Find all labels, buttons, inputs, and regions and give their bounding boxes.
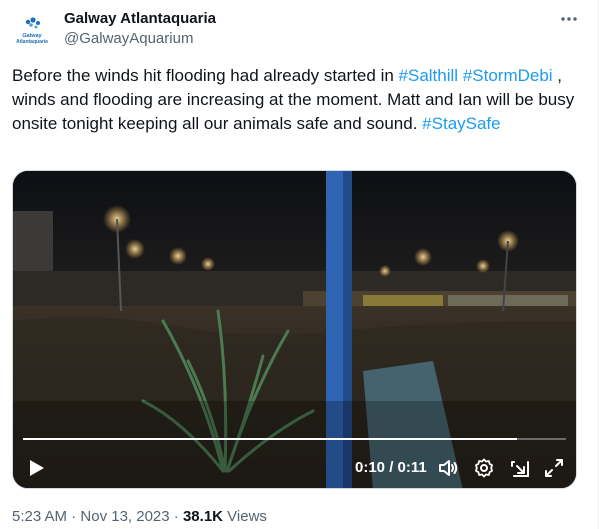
hashtag-link-salthill[interactable]: #Salthill — [399, 66, 459, 85]
display-name[interactable]: Galway Atlantaquaria — [64, 9, 216, 28]
tweet-text: Before the winds hit flooding had alread… — [12, 64, 582, 136]
tweet-meta: 5:23 AM · Nov 13, 2023 · 38.1K Views — [12, 507, 267, 526]
settings-button[interactable] — [473, 457, 495, 479]
views-count: 38.1K — [182, 508, 223, 525]
tweet-time[interactable]: 5:23 AM — [12, 508, 67, 525]
volume-button[interactable] — [437, 457, 459, 479]
avatar[interactable]: Galway Atlantaquaria — [12, 10, 52, 50]
user-handle[interactable]: @GalwayAquarium — [64, 29, 193, 48]
volume-icon — [439, 460, 458, 476]
video-player[interactable]: 0:10 / 0:11 — [12, 170, 577, 489]
video-progress-bar[interactable] — [23, 438, 566, 440]
fullscreen-button[interactable] — [543, 457, 565, 479]
video-frame — [13, 171, 576, 488]
avatar-logo-text-line2: Atlantaquaria — [16, 39, 48, 45]
aquarium-logo-icon: Galway Atlantaquaria — [16, 17, 48, 45]
meta-separator: · — [169, 508, 183, 525]
meta-separator: · — [67, 508, 81, 525]
video-time-display: 0:10 / 0:11 — [355, 459, 427, 476]
video-progress-fill — [23, 438, 518, 440]
more-dots-icon — [561, 17, 577, 21]
pop-out-button[interactable] — [509, 457, 531, 479]
hashtag-link-stormdebi[interactable]: #StormDebi — [463, 66, 553, 85]
pop-out-icon — [511, 461, 529, 477]
more-options-button[interactable] — [558, 8, 580, 30]
fullscreen-icon — [545, 459, 563, 477]
tweet-card: Galway Atlantaquaria Galway Atlantaquari… — [0, 0, 599, 529]
play-button[interactable] — [25, 457, 47, 479]
settings-gear-icon — [475, 458, 493, 478]
hashtag-link-staysafe[interactable]: #StaySafe — [422, 114, 500, 133]
views-label: Views — [223, 508, 267, 525]
tweet-date[interactable]: Nov 13, 2023 — [80, 508, 169, 525]
play-icon — [30, 460, 44, 476]
tweet-text-segment: Before the winds hit flooding had alread… — [12, 66, 399, 85]
